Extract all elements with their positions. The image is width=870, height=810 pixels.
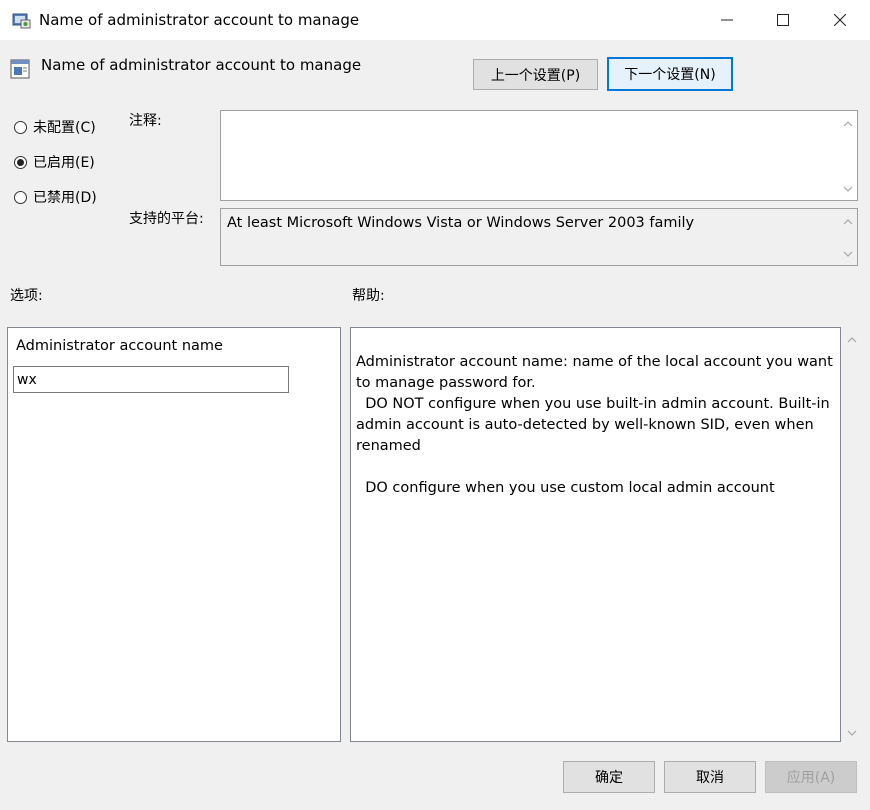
cancel-button[interactable]: 取消 <box>664 761 756 793</box>
help-label: 帮助: <box>352 288 385 304</box>
policy-title: Name of administrator account to manage <box>41 56 362 74</box>
apply-button[interactable]: 应用(A) <box>765 761 857 793</box>
radio-not-configured-indicator[interactable] <box>14 120 27 134</box>
scroll-down-icon[interactable] <box>847 730 857 737</box>
comment-text <box>221 111 857 119</box>
options-label: 选项: <box>10 288 43 304</box>
admin-account-name-label: Administrator account name <box>16 338 223 354</box>
radio-disabled-label: 已禁用(D) <box>33 190 97 206</box>
radio-enabled-label: 已启用(E) <box>33 155 95 171</box>
platform-textarea: At least Microsoft Windows Vista or Wind… <box>220 208 858 266</box>
comment-scrollbar[interactable] <box>839 111 857 200</box>
previous-setting-button[interactable]: 上一个设置(P) <box>473 59 598 90</box>
options-panel: Administrator account name <box>7 327 341 742</box>
minimize-icon <box>721 19 733 21</box>
help-panel: Administrator account name: name of the … <box>350 327 841 742</box>
help-text: Administrator account name: name of the … <box>356 354 833 496</box>
radio-disabled[interactable]: 已禁用(D) <box>14 187 97 207</box>
radio-enabled-indicator[interactable] <box>14 155 27 169</box>
maximize-button[interactable] <box>755 0 811 40</box>
scroll-down-icon[interactable] <box>843 251 853 258</box>
radio-enabled[interactable]: 已启用(E) <box>14 152 95 172</box>
admin-account-name-input[interactable] <box>13 366 289 393</box>
minimize-button[interactable] <box>699 0 755 40</box>
scroll-up-icon[interactable] <box>847 336 857 343</box>
scroll-up-icon[interactable] <box>843 120 853 127</box>
close-icon <box>834 14 846 26</box>
window-title: Name of administrator account to manage <box>39 11 360 29</box>
comment-label: 注释: <box>129 113 162 129</box>
close-button[interactable] <box>812 0 868 40</box>
platform-label: 支持的平台: <box>129 211 204 227</box>
maximize-icon <box>777 14 789 26</box>
scroll-up-icon[interactable] <box>843 218 853 225</box>
help-scrollbar[interactable] <box>843 327 861 742</box>
scroll-down-icon[interactable] <box>843 186 853 193</box>
radio-disabled-indicator[interactable] <box>14 190 27 204</box>
radio-not-configured[interactable]: 未配置(C) <box>14 117 96 137</box>
comment-textarea[interactable] <box>220 110 858 201</box>
ok-button[interactable]: 确定 <box>563 761 655 793</box>
platform-text: At least Microsoft Windows Vista or Wind… <box>227 215 695 231</box>
next-setting-button[interactable]: 下一个设置(N) <box>607 57 733 91</box>
policy-document-icon <box>10 58 32 80</box>
policy-settings-icon <box>12 11 32 29</box>
platform-scrollbar[interactable] <box>839 209 857 265</box>
radio-not-configured-label: 未配置(C) <box>33 120 96 136</box>
